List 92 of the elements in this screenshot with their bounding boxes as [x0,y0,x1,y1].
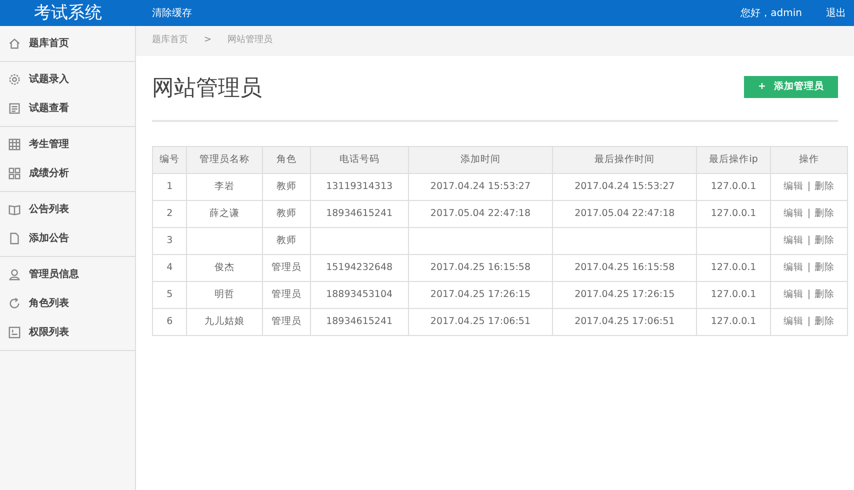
table-cell: 教师 [262,228,310,254]
grid-icon [8,138,21,151]
sidebar-item[interactable]: 权限列表 [0,318,135,347]
table-cell: 1 [152,174,187,200]
table-cell: 2017.04.25 17:06:51 [552,308,697,336]
table-cell: 俊杰 [186,254,262,282]
table-cell: 127.0.0.1 [696,254,770,282]
table-cell: 管理员 [262,308,310,336]
action-separator: | [807,288,811,300]
table-cell: 2017.05.04 22:47:18 [552,200,697,228]
delete-link[interactable]: 删除 [814,316,835,327]
delete-link[interactable]: 删除 [814,262,835,273]
table-cell: 2 [152,200,187,228]
table-cell: 薛之谦 [186,200,262,228]
logout-link[interactable]: 退出 [826,6,846,20]
breadcrumb-link[interactable]: 题库首页 [152,34,188,48]
sidebar-item[interactable]: 试题录入 [0,65,135,94]
table-cell: 2017.04.25 17:06:51 [408,308,553,336]
delete-link[interactable]: 删除 [814,234,835,246]
gear-icon [8,73,21,86]
sidebar-item[interactable]: 试题查看 [0,94,135,123]
column-header: 编号 [152,146,187,174]
edit-link[interactable]: 编辑 [783,288,804,300]
edit-link[interactable]: 编辑 [783,234,804,246]
edit-link[interactable]: 编辑 [783,262,804,273]
sidebar-item[interactable]: 题库首页 [0,29,135,58]
book-icon [8,203,21,216]
table-cell: 15194232648 [310,254,408,282]
table-cell: 18934615241 [310,200,408,228]
table-cell: 教师 [262,174,310,200]
action-separator: | [807,316,811,327]
column-header: 添加时间 [408,146,553,174]
table-cell: 2017.04.25 17:26:15 [408,282,553,308]
table-cell: 九儿姑娘 [186,308,262,336]
delete-link[interactable]: 删除 [814,288,835,300]
table-cell: 2017.04.24 15:53:27 [408,174,553,200]
table-cell: 13119314313 [310,174,408,200]
column-header: 管理员名称 [186,146,262,174]
table-cell: 2017.04.25 17:26:15 [552,282,697,308]
page-title: 网站管理员 [152,76,262,102]
sidebar-item[interactable]: 管理员信息 [0,260,135,289]
table-cell: 127.0.0.1 [696,200,770,228]
column-header: 操作 [770,146,848,174]
table-cell: 127.0.0.1 [696,282,770,308]
add-admin-button[interactable]: + 添加管理员 [744,76,838,98]
delete-link[interactable]: 删除 [814,208,835,219]
table-cell: 127.0.0.1 [696,308,770,336]
column-header: 最后操作时间 [552,146,697,174]
page-icon [8,232,21,245]
table-cell: 教师 [262,200,310,228]
table-cell: 管理员 [262,282,310,308]
table-cell: 18934615241 [310,308,408,336]
table-cell: 4 [152,254,187,282]
breadcrumb-link[interactable]: 网站管理员 [228,34,273,48]
sidebar-item[interactable]: 公告列表 [0,195,135,224]
delete-link[interactable]: 删除 [814,180,835,192]
table-cell: 2017.05.04 22:47:18 [408,200,553,228]
table-cell: 5 [152,282,187,308]
edit-link[interactable]: 编辑 [783,316,804,327]
frame-icon [8,326,21,339]
home-icon [8,37,21,50]
refresh-icon [8,297,21,310]
user-icon [8,268,21,281]
column-header: 角色 [262,146,310,174]
sidebar-item[interactable]: 添加公告 [0,224,135,253]
column-header: 电话号码 [310,146,408,174]
table-cell: 18893453104 [310,282,408,308]
squares-icon [8,167,21,180]
table-cell: 6 [152,308,187,336]
table-cell: 明哲 [186,282,262,308]
breadcrumb-separator: > [204,34,212,48]
edit-link[interactable]: 编辑 [783,180,804,192]
action-separator: | [807,180,811,192]
table-cell: 2017.04.25 16:15:58 [552,254,697,282]
action-separator: | [807,262,811,273]
sidebar-item[interactable]: 考生管理 [0,130,135,159]
logo: 考试系统 [33,2,103,25]
clear-cache-link[interactable]: 清除缓存 [152,6,192,20]
column-header: 最后操作ip [696,146,770,174]
edit-link[interactable]: 编辑 [783,208,804,219]
sidebar-item[interactable]: 成绩分析 [0,159,135,188]
table-cell: 2017.04.25 16:15:58 [408,254,553,282]
action-separator: | [807,234,811,246]
table-cell: 127.0.0.1 [696,174,770,200]
document-icon [8,102,21,115]
action-separator: | [807,208,811,219]
table-cell: 2017.04.24 15:53:27 [552,174,697,200]
sidebar-item[interactable]: 角色列表 [0,289,135,318]
table-cell: 管理员 [262,254,310,282]
table-cell: 李岩 [186,174,262,200]
greeting-text: 您好，admin [740,6,802,20]
table-cell: 3 [152,228,187,254]
